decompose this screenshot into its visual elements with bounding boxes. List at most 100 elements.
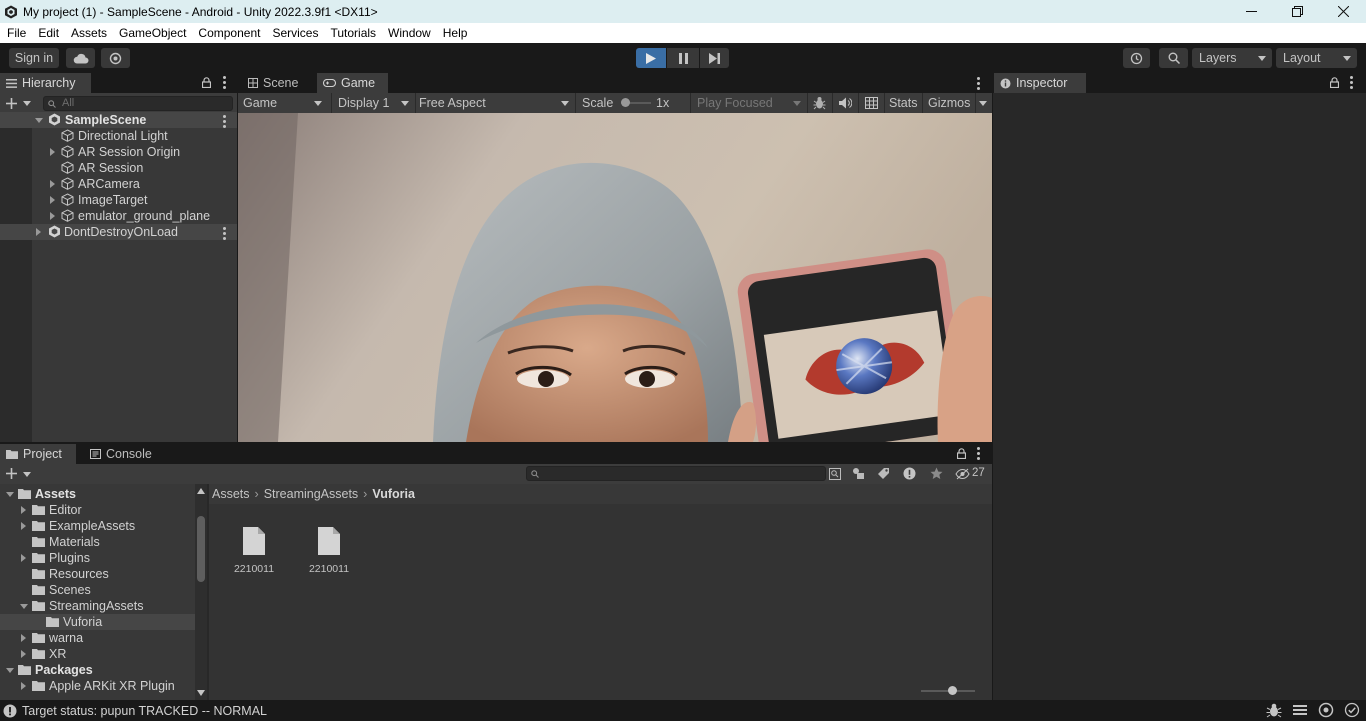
hierarchy-item[interactable]: emulator_ground_plane	[0, 208, 237, 224]
more-options-icon[interactable]	[223, 227, 226, 242]
fold-right-icon[interactable]	[21, 554, 26, 562]
hierarchy-item[interactable]: ARCamera	[0, 176, 237, 192]
undo-history-button[interactable]	[1123, 48, 1150, 68]
aspect-dropdown[interactable]: Free Aspect	[416, 93, 573, 113]
pause-button[interactable]	[667, 48, 699, 68]
project-tree-item[interactable]: Resources	[0, 566, 195, 582]
status-message[interactable]: Target status: pupun TRACKED -- NORMAL	[22, 704, 267, 718]
lock-icon[interactable]	[1330, 77, 1339, 88]
fold-right-icon[interactable]	[21, 650, 26, 658]
fold-right-icon[interactable]	[50, 196, 55, 204]
tab-project[interactable]: Project	[0, 444, 76, 464]
more-options-icon[interactable]	[977, 447, 980, 462]
filter-type-icon[interactable]	[852, 467, 865, 480]
bug-icon[interactable]	[813, 96, 826, 110]
tab-console[interactable]: Console	[84, 444, 164, 464]
project-tree-item[interactable]: Vuforia	[0, 614, 195, 630]
gizmos-button[interactable]: Gizmos	[928, 93, 970, 113]
more-options-icon[interactable]	[1350, 76, 1353, 91]
lock-icon[interactable]	[202, 77, 211, 88]
fold-right-icon[interactable]	[36, 228, 41, 236]
project-tree-item[interactable]: Assets	[0, 486, 195, 502]
play-button[interactable]	[636, 48, 666, 68]
fold-right-icon[interactable]	[50, 148, 55, 156]
slider-knob[interactable]	[948, 686, 957, 695]
collab-button[interactable]	[101, 48, 130, 68]
hierarchy-item[interactable]: AR Session Origin	[0, 144, 237, 160]
speaker-icon[interactable]	[839, 97, 852, 109]
asset-file[interactable]: 2210011	[299, 527, 359, 575]
hierarchy-item[interactable]: AR Session	[0, 160, 237, 176]
cache-server-icon[interactable]	[1318, 702, 1334, 718]
project-search-input[interactable]	[526, 466, 826, 481]
tab-hierarchy[interactable]: Hierarchy	[0, 73, 91, 93]
project-tree-item[interactable]: XR	[0, 646, 195, 662]
fold-right-icon[interactable]	[21, 506, 26, 514]
project-tree-item[interactable]: ExampleAssets	[0, 518, 195, 534]
hierarchy-search-input[interactable]: All	[43, 96, 233, 111]
debug-icon[interactable]	[1266, 702, 1282, 718]
project-tree-item[interactable]: Materials	[0, 534, 195, 550]
project-tree-item[interactable]: Plugins	[0, 550, 195, 566]
menu-component[interactable]: Component	[192, 23, 266, 43]
icon-size-slider[interactable]	[921, 686, 975, 695]
scale-slider[interactable]	[621, 98, 651, 107]
menu-assets[interactable]: Assets	[65, 23, 113, 43]
warning-icon[interactable]	[903, 467, 916, 480]
layers-dropdown[interactable]: Layers	[1192, 48, 1272, 68]
fold-right-icon[interactable]	[21, 634, 26, 642]
layout-dropdown[interactable]: Layout	[1276, 48, 1357, 68]
project-tree-scrollbar[interactable]	[195, 484, 207, 700]
add-icon[interactable]	[6, 98, 17, 109]
fold-right-icon[interactable]	[50, 212, 55, 220]
sign-in-button[interactable]: Sign in	[9, 48, 59, 68]
hidden-eye-icon[interactable]	[955, 468, 970, 480]
scrollbar-thumb[interactable]	[197, 516, 205, 582]
lock-icon[interactable]	[957, 448, 966, 459]
menu-edit[interactable]: Edit	[32, 23, 65, 43]
project-tree-item[interactable]: warna	[0, 630, 195, 646]
project-tree-item[interactable]: Apple ARKit XR Plugin	[0, 678, 195, 694]
fold-down-icon[interactable]	[35, 118, 43, 123]
breadcrumb-item[interactable]: Assets	[212, 487, 250, 501]
menu-tutorials[interactable]: Tutorials	[324, 23, 382, 43]
grid-layout-icon[interactable]	[865, 97, 878, 109]
cloud-button[interactable]	[66, 48, 95, 68]
progress-icon[interactable]	[1292, 702, 1308, 718]
menu-services[interactable]: Services	[266, 23, 324, 43]
project-tree-item[interactable]: Scenes	[0, 582, 195, 598]
asset-file[interactable]: 2210011	[224, 527, 284, 575]
stats-button[interactable]: Stats	[889, 93, 918, 113]
label-icon[interactable]	[877, 467, 890, 480]
fold-right-icon[interactable]	[21, 522, 26, 530]
fold-down-icon[interactable]	[6, 492, 14, 497]
fold-right-icon[interactable]	[21, 682, 26, 690]
menu-window[interactable]: Window	[382, 23, 437, 43]
play-mode-dropdown[interactable]: Play Focused	[697, 93, 805, 113]
hierarchy-item[interactable]: Directional Light	[0, 128, 237, 144]
search-filter-icon[interactable]	[829, 468, 841, 480]
scale-slider-knob[interactable]	[621, 98, 630, 107]
scroll-down-icon[interactable]	[197, 690, 205, 696]
maximize-button[interactable]	[1274, 0, 1320, 23]
minimize-button[interactable]	[1228, 0, 1274, 23]
tab-game[interactable]: Game	[317, 73, 388, 93]
project-tree-item[interactable]: StreamingAssets	[0, 598, 195, 614]
hierarchy-item[interactable]: ImageTarget	[0, 192, 237, 208]
game-viewport[interactable]	[238, 113, 992, 442]
add-icon[interactable]	[6, 468, 17, 479]
breadcrumb-current[interactable]: Vuforia	[372, 487, 415, 501]
more-options-icon[interactable]	[977, 77, 980, 92]
breadcrumb-item[interactable]: StreamingAssets	[264, 487, 358, 501]
chevron-down-icon[interactable]	[23, 101, 31, 106]
star-icon[interactable]	[930, 467, 943, 480]
check-circle-icon[interactable]	[1344, 702, 1360, 718]
fold-right-icon[interactable]	[50, 180, 55, 188]
tab-scene[interactable]: Scene	[242, 73, 312, 93]
tab-inspector[interactable]: Inspector	[994, 73, 1086, 93]
chevron-down-icon[interactable]	[23, 472, 31, 477]
menu-help[interactable]: Help	[437, 23, 474, 43]
chevron-down-icon[interactable]	[979, 101, 987, 106]
hierarchy-scene-row[interactable]: SampleScene	[0, 112, 237, 128]
project-tree-item[interactable]: Packages	[0, 662, 195, 678]
